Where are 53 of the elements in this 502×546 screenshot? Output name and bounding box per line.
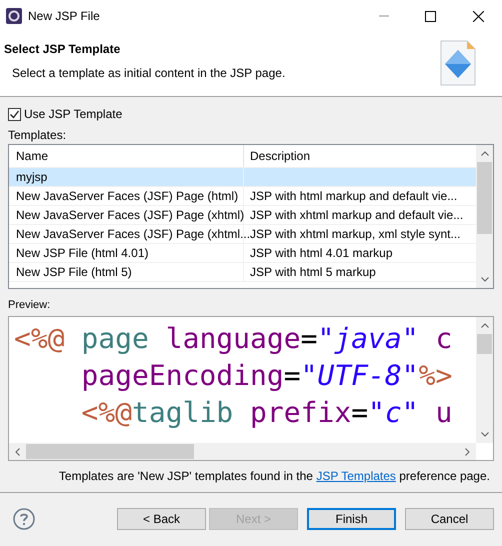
column-header[interactable]: Description xyxy=(244,145,476,167)
note-text: Templates are 'New JSP' templates found in the xyxy=(58,468,314,483)
table-row[interactable]: New JavaServer Faces (JSF) Page (html) JSP with html markup and default vie... xyxy=(9,187,476,206)
checkmark-icon xyxy=(9,108,20,120)
dialog-button[interactable]: Finish xyxy=(307,508,396,530)
table-cell-text: JSP with html markup and default vie... xyxy=(250,188,458,205)
chevron-right-icon[interactable] xyxy=(465,448,470,456)
page-description: Select a template as initial content in the JSP page. xyxy=(12,65,286,82)
vertical-scrollbar[interactable] xyxy=(476,317,493,443)
dialog-button[interactable]: Cancel xyxy=(405,508,494,530)
table-row[interactable]: New JavaServer Faces (JSF) Page (xhtml...JSP with xhtml markup, xml style synt... xyxy=(9,225,476,244)
table-cell-text: New JSP File (html 5) xyxy=(16,264,132,281)
table-cell-text: New JavaServer Faces (JSF) Page (xhtml) xyxy=(16,207,244,224)
code-line: <%@taglib prefix="c" u xyxy=(80,396,452,429)
note-text: preference page. xyxy=(398,468,490,483)
chevron-down-icon[interactable] xyxy=(480,277,488,282)
table-cell-text: JSP with xhtml markup and default vie... xyxy=(250,207,464,224)
horizontal-scrollbar[interactable] xyxy=(9,443,476,460)
scrollbar-thumb[interactable] xyxy=(477,162,492,234)
scrollbar-thumb[interactable] xyxy=(26,444,194,459)
table-cell-text: myjsp xyxy=(16,169,48,186)
table-row[interactable]: New JSP File (html 5) JSP with html 5 markup xyxy=(9,263,476,282)
maximize-icon[interactable] xyxy=(425,10,436,22)
table-row[interactable]: New JavaServer Faces (JSF) Page (xhtml) JSP with xhtml markup and default vie... xyxy=(9,206,476,225)
page-title: Select JSP Template xyxy=(4,41,122,58)
minimize-icon[interactable] xyxy=(379,15,389,17)
window-title: New JSP File xyxy=(28,8,100,25)
table-cell-text: New JavaServer Faces (JSF) Page (xhtml... xyxy=(16,226,250,243)
chevron-up-icon[interactable] xyxy=(480,151,488,156)
app-icon xyxy=(6,8,22,24)
scrollbar-thumb[interactable] xyxy=(477,334,492,354)
table-row[interactable]: New JSP File (html 4.01) JSP with html 4.01 markup xyxy=(9,244,476,263)
table-cell-text: New JSP File (html 4.01) xyxy=(16,245,148,262)
table-cell-text: New JavaServer Faces (JSF) Page (html) xyxy=(16,188,238,205)
table-cell-text: JSP with xhtml markup, xml style synt... xyxy=(250,226,460,243)
document-icon xyxy=(440,40,476,86)
column-header[interactable]: Name xyxy=(9,145,244,167)
close-icon[interactable] xyxy=(473,10,484,22)
dialog-button[interactable]: < Back xyxy=(117,508,206,530)
use-template-checkbox[interactable]: Use JSP Template xyxy=(8,106,122,122)
vertical-scrollbar[interactable] xyxy=(476,145,493,288)
chevron-left-icon[interactable] xyxy=(15,448,20,456)
table-cell-text: JSP with html 5 markup xyxy=(250,264,376,281)
templates-label: Templates: xyxy=(8,127,68,141)
chevron-down-icon[interactable] xyxy=(480,432,488,437)
jsp-templates-link[interactable]: JSP Templates xyxy=(316,467,396,483)
chevron-up-icon[interactable] xyxy=(480,323,488,328)
table-cell-text: JSP with html 4.01 markup xyxy=(250,245,393,262)
preview-label: Preview: xyxy=(8,298,52,312)
code-line: <%@ page language="java" c xyxy=(14,322,452,355)
code-line: pageEncoding="UTF-8"%> xyxy=(80,359,452,392)
table-row[interactable]: myjsp xyxy=(9,168,476,187)
help-icon[interactable] xyxy=(13,508,35,530)
